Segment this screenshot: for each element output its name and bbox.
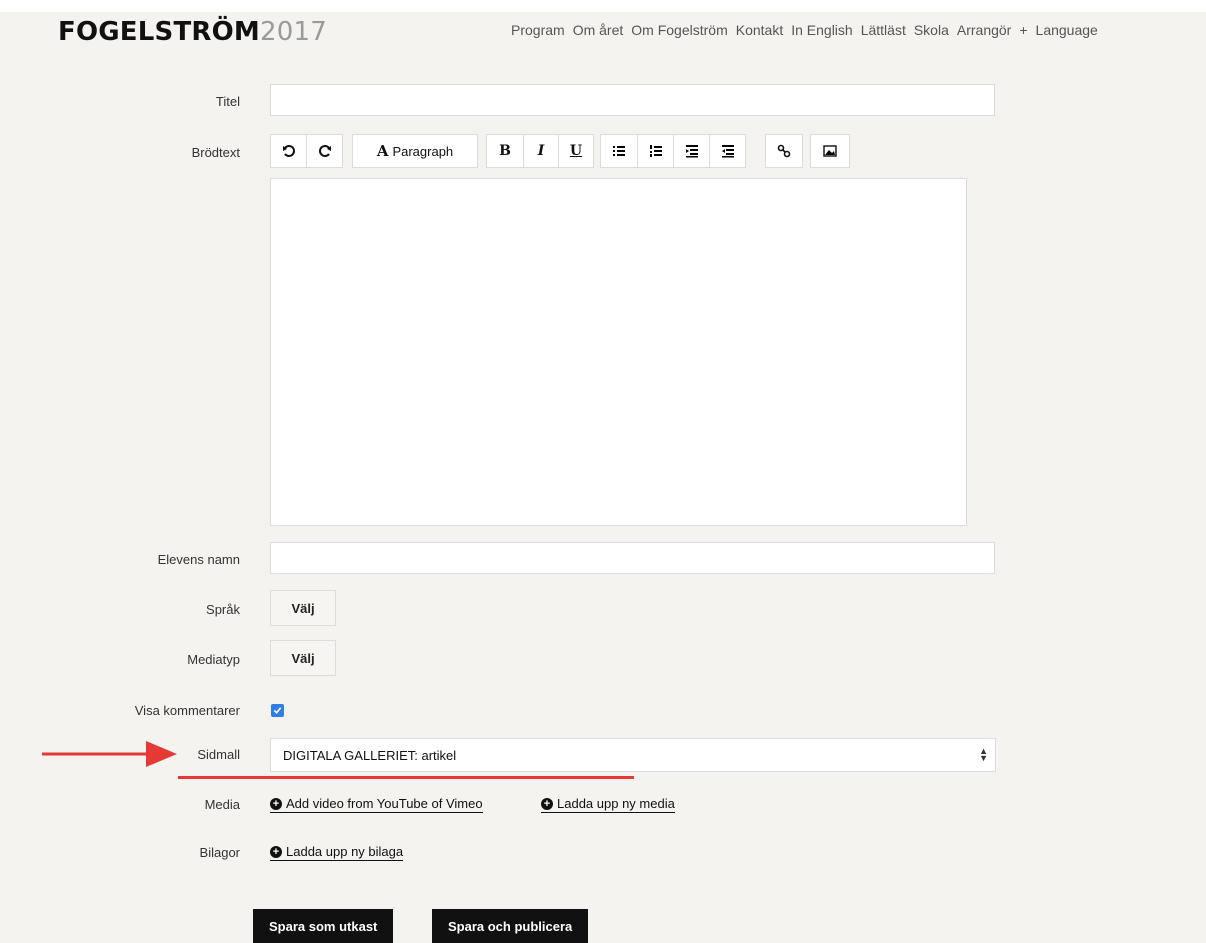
select-arrows-icon: ▲ ▼ xyxy=(979,746,988,763)
visa-kommentarer-checkbox[interactable] xyxy=(271,704,284,717)
numbered-list-icon xyxy=(649,145,662,157)
logo-main: FOGELSTRÖM xyxy=(58,17,260,47)
add-video-text: Add video from YouTube of Vimeo xyxy=(286,796,483,811)
mediatyp-choose-button[interactable]: Välj xyxy=(270,640,336,676)
nav-plus[interactable]: + xyxy=(1019,22,1027,38)
elevens-namn-label: Elevens namn xyxy=(157,552,240,567)
nav-arrangor[interactable]: Arrangör xyxy=(957,22,1011,38)
logo-year: 2017 xyxy=(260,17,327,47)
nav-om-aret[interactable]: Om året xyxy=(573,22,624,38)
mediatyp-label: Mediatyp xyxy=(187,652,240,667)
upload-media-link[interactable]: + Ladda upp ny media xyxy=(541,796,675,813)
upload-attachment-link[interactable]: + Ladda upp ny bilaga xyxy=(270,844,404,861)
plus-circle-icon: + xyxy=(270,845,282,858)
undo-button[interactable] xyxy=(270,134,307,168)
red-underline-annotation xyxy=(178,776,634,779)
sidmall-label: Sidmall xyxy=(197,747,240,762)
visa-kommentarer-label: Visa kommentarer xyxy=(134,703,240,718)
underline-button[interactable]: U xyxy=(558,134,594,168)
titel-input[interactable] xyxy=(270,84,995,116)
image-icon xyxy=(823,145,837,157)
plus-circle-icon: + xyxy=(270,797,282,810)
format-a-icon: A xyxy=(376,142,389,160)
indent-button[interactable] xyxy=(673,134,710,168)
media-label: Media xyxy=(204,797,240,812)
nav-kontakt[interactable]: Kontakt xyxy=(736,22,783,38)
bold-button[interactable]: B xyxy=(486,134,524,168)
undo-icon xyxy=(282,145,295,157)
top-strip xyxy=(0,0,1206,12)
italic-button[interactable]: I xyxy=(523,134,559,168)
checkmark-icon xyxy=(273,707,282,714)
plus-circle-icon: + xyxy=(541,797,553,810)
nav-program[interactable]: Program xyxy=(511,22,565,38)
sidmall-value: DIGITALA GALLERIET: artikel xyxy=(283,747,457,763)
site-logo[interactable]: FOGELSTRÖM2017 xyxy=(58,16,327,48)
elevens-namn-input[interactable] xyxy=(270,542,995,574)
upload-media-text: Ladda upp ny media xyxy=(557,796,675,811)
outdent-icon xyxy=(721,145,734,158)
indent-icon xyxy=(685,145,698,158)
sprak-label: Språk xyxy=(206,602,240,617)
save-draft-button[interactable]: Spara som utkast xyxy=(253,909,394,943)
paragraph-format-button[interactable]: A Paragraph xyxy=(352,134,478,168)
bilagor-label: Bilagor xyxy=(199,845,240,860)
upload-attachment-text: Ladda upp ny bilaga xyxy=(286,844,404,859)
nav-in-english[interactable]: In English xyxy=(791,22,852,38)
bullet-list-icon xyxy=(613,146,625,156)
brodtext-label: Brödtext xyxy=(191,145,240,160)
paragraph-label: Paragraph xyxy=(392,143,454,159)
redo-icon xyxy=(318,145,331,157)
image-button[interactable] xyxy=(810,134,850,168)
sprak-choose-button[interactable]: Välj xyxy=(270,590,336,626)
nav-om-fogelstrom[interactable]: Om Fogelström xyxy=(631,22,727,38)
link-icon xyxy=(777,144,791,158)
link-button[interactable] xyxy=(765,134,803,168)
outdent-button[interactable] xyxy=(709,134,746,168)
save-publish-button[interactable]: Spara och publicera xyxy=(432,909,589,943)
redo-button[interactable] xyxy=(306,134,343,168)
nav-language[interactable]: Language xyxy=(1036,22,1098,38)
numbered-list-button[interactable] xyxy=(637,134,674,168)
bullet-list-button[interactable] xyxy=(600,134,638,168)
nav-lattlast[interactable]: Lättläst xyxy=(861,22,906,38)
main-nav: Program Om året Om Fogelström Kontakt In… xyxy=(511,22,1098,38)
titel-label: Titel xyxy=(215,94,240,109)
sidmall-select[interactable]: DIGITALA GALLERIET: artikel ▲ ▼ xyxy=(270,738,996,772)
rich-text-editor[interactable] xyxy=(270,178,967,526)
add-video-link[interactable]: + Add video from YouTube of Vimeo xyxy=(270,796,483,813)
nav-skola[interactable]: Skola xyxy=(914,22,949,38)
